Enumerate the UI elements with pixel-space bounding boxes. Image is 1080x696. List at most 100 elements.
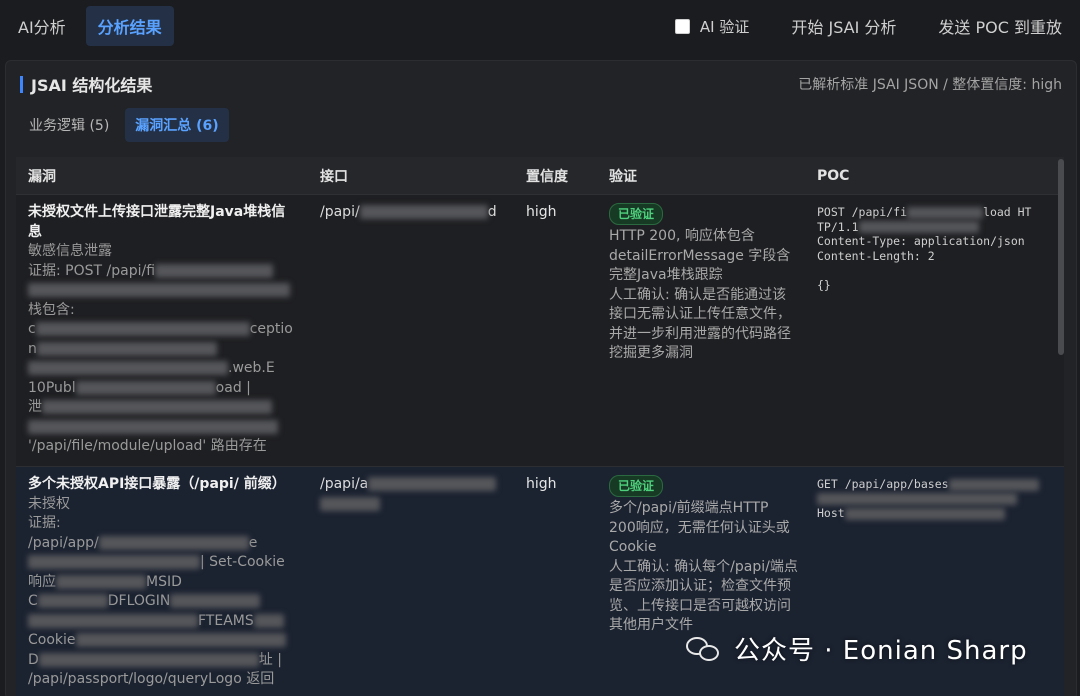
send-poc-to-replay-button[interactable]: 发送 POC 到重放 bbox=[938, 14, 1062, 38]
header-verify[interactable]: 验证 bbox=[597, 166, 805, 186]
evidence-text: D bbox=[28, 651, 39, 668]
evidence-text: /papi/app/ bbox=[28, 534, 99, 551]
redacted-block bbox=[75, 380, 216, 395]
redacted-block bbox=[28, 283, 290, 297]
evidence-text: .web.E bbox=[228, 360, 275, 376]
vuln-category: 未授权 bbox=[28, 495, 70, 512]
verify-text: 多个/papi/前缀端点HTTP 200响应，无需任何认证头或Cookie 人工… bbox=[609, 500, 798, 633]
redacted-block bbox=[858, 221, 979, 233]
tab-ai-analysis[interactable]: AI分析 bbox=[18, 6, 78, 46]
redacted-block bbox=[155, 263, 274, 278]
header-poc[interactable]: POC bbox=[805, 168, 1064, 184]
evidence-text: oad | bbox=[215, 379, 251, 396]
redacted-block bbox=[320, 496, 380, 511]
vuln-table: 漏洞 接口 置信度 验证 POC 未授权文件上传接口泄露完整Java堆栈信息 敏… bbox=[16, 157, 1064, 696]
redacted-block bbox=[368, 477, 497, 491]
redacted-block bbox=[948, 478, 1039, 491]
table-scrollbar[interactable] bbox=[1058, 159, 1064, 355]
evidence-text: FTEAMS bbox=[198, 612, 254, 629]
ai-verify-checkbox[interactable] bbox=[674, 18, 690, 34]
start-jsai-analysis-button[interactable]: 开始 JSAI 分析 bbox=[791, 14, 896, 38]
evidence-text: c bbox=[28, 321, 36, 337]
redacted-block bbox=[98, 535, 249, 550]
redacted-block bbox=[844, 507, 1005, 520]
vuln-title: 未授权文件上传接口泄露完整Java堆栈信息 bbox=[28, 204, 286, 240]
redacted-block bbox=[28, 361, 228, 375]
evidence-text: 证据: bbox=[28, 515, 61, 531]
api-path-tail: d bbox=[487, 204, 497, 220]
evidence-text: 址 | bbox=[258, 651, 282, 668]
vuln-category: 敏感信息泄露 bbox=[28, 243, 112, 259]
confidence-cell: high bbox=[514, 467, 597, 696]
verified-badge: 已验证 bbox=[609, 203, 664, 225]
poc-line: GET /papi/app/bases bbox=[817, 477, 949, 491]
redacted-block bbox=[35, 322, 250, 336]
poc-line: Content-Length: 2 bbox=[817, 248, 935, 263]
subtab-vuln-summary[interactable]: 漏洞汇总 (6) bbox=[125, 108, 229, 142]
vuln-cell: 多个未授权API接口暴露（/papi/ 前缀） 未授权 证据: /papi/ap… bbox=[16, 467, 306, 696]
watermark-text: 公众号 · Eonian Sharp bbox=[734, 636, 1028, 666]
verified-badge: 已验证 bbox=[609, 475, 664, 497]
redacted-block bbox=[907, 206, 984, 219]
wechat-bubble bbox=[699, 644, 719, 661]
verify-text: HTTP 200, 响应体包含 detailErrorMessage 字段含完整… bbox=[609, 228, 791, 361]
evidence-text: ceptio bbox=[249, 321, 293, 337]
wechat-icon bbox=[686, 635, 722, 663]
subtab-business-logic[interactable]: 业务逻辑 (5) bbox=[19, 108, 119, 142]
evidence-text: C bbox=[28, 593, 38, 609]
table-header: 漏洞 接口 置信度 验证 POC bbox=[16, 157, 1064, 195]
evidence-text: /papi/passport/logo/queryLogo 返回 bbox=[28, 671, 275, 687]
api-cell: /papi/d bbox=[306, 195, 514, 466]
poc-text: GET /papi/app/bases Host bbox=[817, 477, 1064, 521]
evidence-text: Cookie bbox=[28, 632, 76, 648]
tab-analysis-results[interactable]: 分析结果 bbox=[85, 6, 174, 46]
redacted-block bbox=[253, 613, 284, 628]
evidence-text: 响应 bbox=[28, 573, 56, 590]
table-row[interactable]: 未授权文件上传接口泄露完整Java堆栈信息 敏感信息泄露 证据: POST /p… bbox=[16, 195, 1064, 467]
evidence-text: n bbox=[28, 340, 37, 357]
redacted-block bbox=[38, 652, 259, 667]
accent-bar bbox=[20, 75, 23, 93]
redacted-block bbox=[28, 419, 278, 434]
evidence-text: 栈包含: bbox=[28, 301, 75, 318]
confidence-value: high bbox=[526, 476, 557, 492]
api-path[interactable]: /papi/ bbox=[320, 204, 360, 220]
poc-line: load HT bbox=[983, 205, 1032, 219]
poc-line: POST /papi/fi bbox=[817, 205, 908, 219]
jsai-results-panel: JSAI 结构化结果 已解析标准 JSAI JSON / 整体置信度: high… bbox=[5, 60, 1077, 696]
vuln-evidence: 证据: /papi/app/e | Set-Cookie 响应 MSID C DFL… bbox=[28, 514, 298, 690]
header-api[interactable]: 接口 bbox=[306, 166, 514, 186]
poc-cell[interactable]: POST /papi/fi load HT TP/1.1 Content-Type… bbox=[805, 195, 1064, 466]
api-cell: /papi/a bbox=[306, 467, 514, 696]
confidence-value: high bbox=[526, 204, 557, 220]
verify-cell: 已验证 HTTP 200, 响应体包含 detailErrorMessage 字… bbox=[597, 195, 805, 466]
panel-title: JSAI 结构化结果 bbox=[31, 76, 153, 95]
poc-line: TP/1.1 bbox=[817, 219, 859, 234]
redacted-block bbox=[28, 613, 198, 628]
vuln-cell: 未授权文件上传接口泄露完整Java堆栈信息 敏感信息泄露 证据: POST /p… bbox=[16, 195, 306, 466]
top-bar: AI分析 分析结果 AI 验证 开始 JSAI 分析 发送 POC 到重放 bbox=[0, 0, 1080, 52]
redacted-block bbox=[170, 594, 261, 608]
redacted-block bbox=[817, 493, 1017, 505]
poc-text: POST /papi/fi load HT TP/1.1 Content-Type… bbox=[817, 205, 1064, 292]
ai-verify-toggle[interactable]: AI 验证 bbox=[674, 16, 749, 37]
redacted-block bbox=[37, 594, 108, 608]
evidence-text: 10Publ bbox=[28, 379, 76, 396]
api-path[interactable]: /papi/a bbox=[320, 476, 368, 492]
vuln-title: 多个未授权API接口暴露（/papi/ 前缀） bbox=[28, 476, 286, 492]
evidence-text: DFLOGIN bbox=[107, 593, 171, 609]
evidence-text: | Set-Cookie bbox=[200, 554, 285, 570]
header-vuln[interactable]: 漏洞 bbox=[16, 166, 306, 186]
redacted-block bbox=[42, 400, 272, 414]
evidence-text: e bbox=[248, 534, 258, 551]
redacted-block bbox=[56, 574, 146, 589]
panel-meta: 已解析标准 JSAI JSON / 整体置信度: high bbox=[798, 77, 1062, 93]
header-confidence[interactable]: 置信度 bbox=[514, 166, 597, 186]
redacted-block bbox=[36, 341, 217, 356]
evidence-text: '/papi/file/module/upload' 路由存在 bbox=[28, 438, 267, 454]
confidence-cell: high bbox=[514, 195, 597, 466]
watermark: 公众号 · Eonian Sharp bbox=[686, 630, 1028, 667]
poc-line: {} bbox=[817, 277, 831, 292]
evidence-text: 泄 bbox=[28, 399, 42, 415]
evidence-text: MSID bbox=[146, 573, 182, 590]
